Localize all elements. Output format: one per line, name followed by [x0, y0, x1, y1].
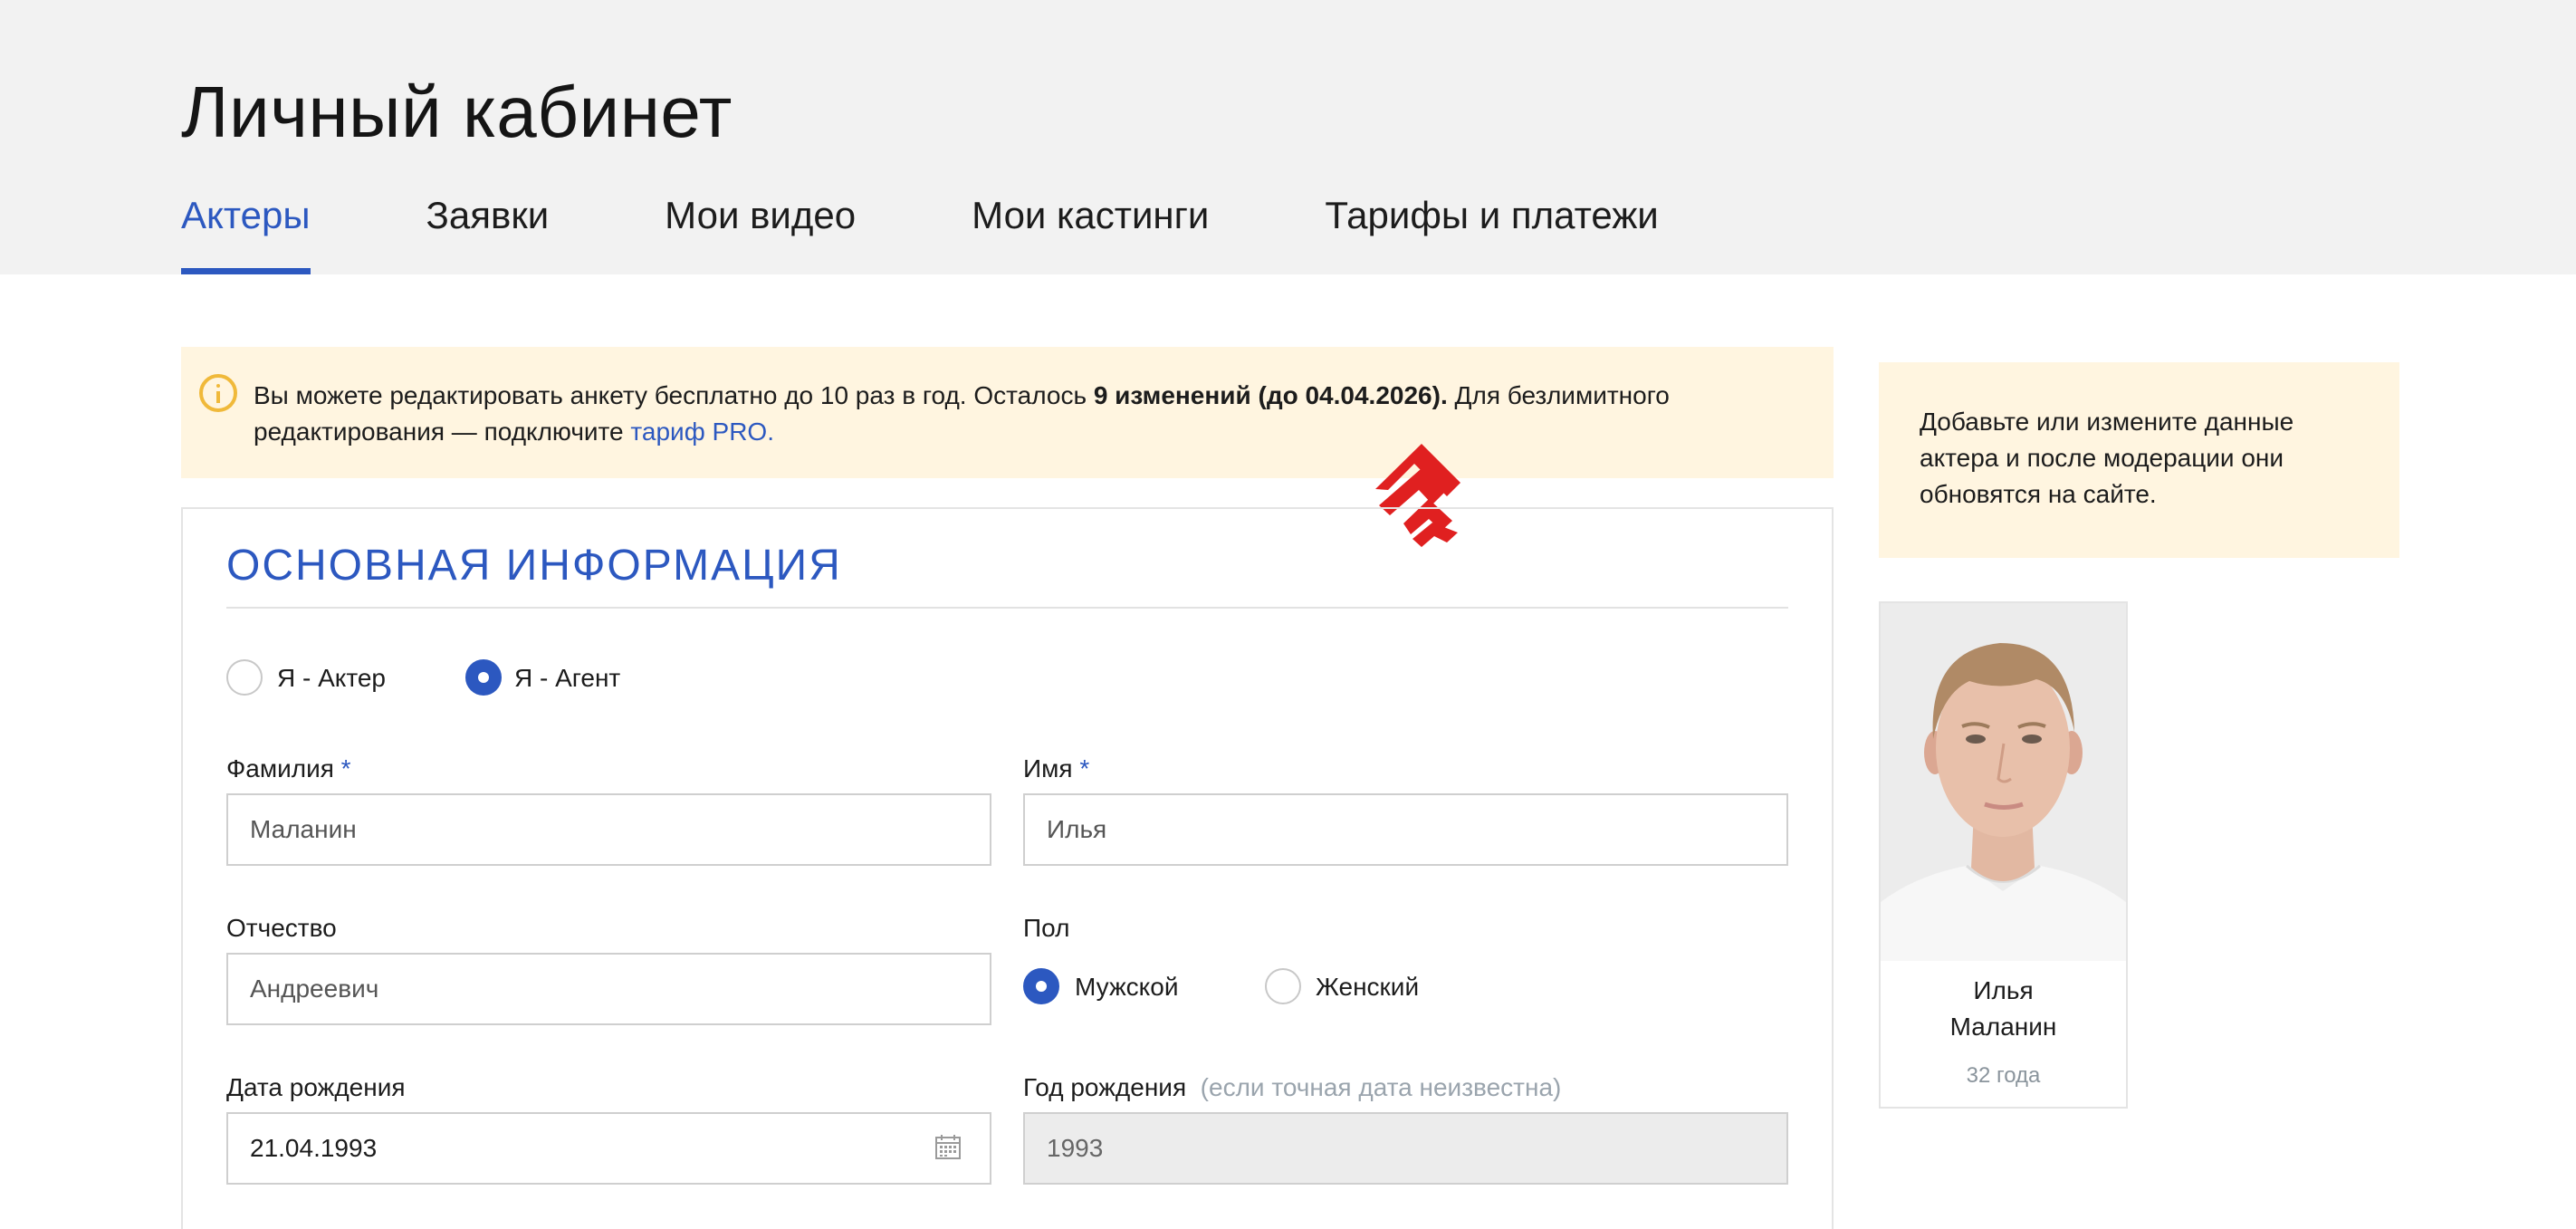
notice-text-before: Вы можете редактировать анкету бесплатно…	[254, 381, 1094, 409]
section-title: ОСНОВНАЯ ИНФОРМАЦИЯ	[226, 542, 842, 590]
profile-last-name[interactable]: Маланин	[1881, 1009, 2126, 1045]
gender-male-label[interactable]: Мужской	[1075, 973, 1178, 1002]
actor-photo[interactable]	[1881, 603, 2126, 961]
edit-limit-notice: Вы можете редактировать анкету бесплатно…	[181, 347, 1834, 478]
birth-year-label-text: Год рождения	[1023, 1073, 1187, 1101]
profile-age: 32 года	[1966, 1063, 2041, 1088]
last-name-label: Фамилия *	[226, 754, 351, 783]
role-agent-label[interactable]: Я - Агент	[514, 664, 620, 693]
moderation-info-box: Добавьте или измените данные актера и по…	[1879, 362, 2399, 558]
gender-female-radio[interactable]	[1265, 968, 1301, 1004]
birth-year-field	[1023, 1112, 1788, 1185]
birth-year-label: Год рождения (если точная дата неизвестн…	[1023, 1073, 1561, 1102]
patronymic-label: Отчество	[226, 914, 337, 942]
birth-date-label: Дата рождения	[226, 1073, 406, 1101]
gender-male-radio[interactable]	[1023, 968, 1059, 1004]
role-actor-label[interactable]: Я - Актер	[277, 664, 386, 693]
tab-my-castings[interactable]: Мои кастинги	[972, 187, 1209, 274]
birth-year-hint: (если точная дата неизвестна)	[1200, 1073, 1562, 1101]
tab-my-videos[interactable]: Мои видео	[665, 187, 856, 274]
pro-tariff-link[interactable]: тариф PRO.	[630, 418, 774, 446]
calendar-icon[interactable]	[934, 1133, 962, 1160]
required-mark: *	[1079, 754, 1090, 783]
required-mark: *	[340, 754, 351, 783]
gender-label: Пол	[1023, 914, 1070, 942]
profile-first-name[interactable]: Илья	[1881, 973, 2126, 1009]
moderation-info-text: Добавьте или измените данные актера и по…	[1920, 408, 2294, 508]
last-name-label-text: Фамилия	[226, 754, 334, 783]
page-title: Личный кабинет	[181, 72, 733, 152]
tab-tariffs-payments[interactable]: Тарифы и платежи	[1325, 187, 1658, 274]
role-actor-radio[interactable]	[226, 659, 263, 696]
section-divider	[226, 607, 1788, 609]
notice-text: Вы можете редактировать анкету бесплатно…	[254, 378, 1811, 450]
first-name-field[interactable]	[1023, 793, 1788, 866]
last-name-field[interactable]	[226, 793, 991, 866]
patronymic-field[interactable]	[226, 953, 991, 1025]
gender-female-label[interactable]: Женский	[1316, 973, 1419, 1002]
notice-remaining-changes: 9 изменений (до 04.04.2026).	[1093, 381, 1448, 409]
tab-actors[interactable]: Актеры	[181, 187, 311, 274]
tab-requests[interactable]: Заявки	[426, 187, 550, 274]
info-icon	[199, 374, 237, 412]
birth-date-field[interactable]	[226, 1112, 991, 1185]
actor-profile-card[interactable]: Илья Маланин 32 года	[1879, 601, 2128, 1109]
role-agent-radio[interactable]	[465, 659, 502, 696]
profile-name[interactable]: Илья Маланин	[1881, 973, 2126, 1045]
tabs-nav: Актеры Заявки Мои видео Мои кастинги Тар…	[181, 187, 1659, 274]
first-name-label-text: Имя	[1023, 754, 1073, 783]
page-header: Личный кабинет Актеры Заявки Мои видео М…	[0, 0, 2576, 274]
first-name-label: Имя *	[1023, 754, 1089, 783]
